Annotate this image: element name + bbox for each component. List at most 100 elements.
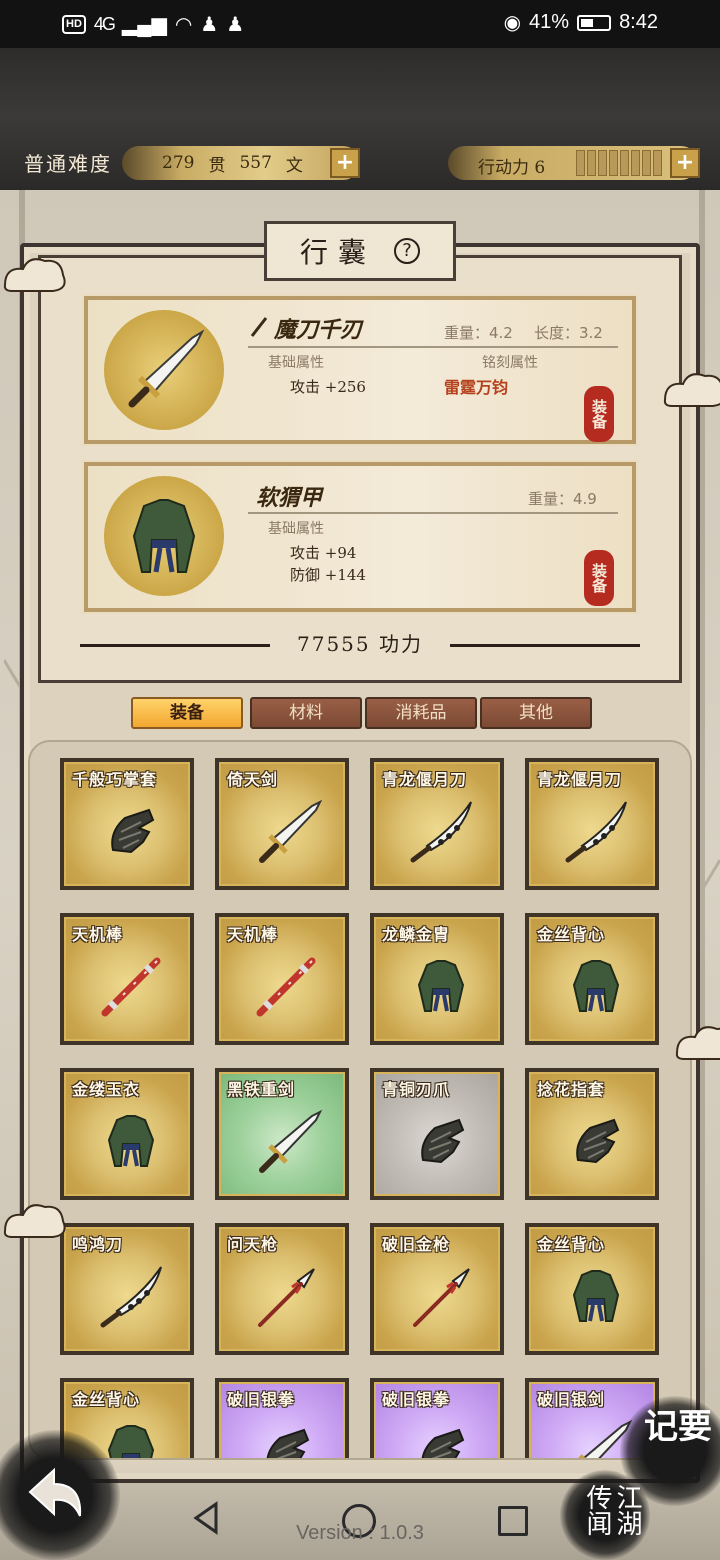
inventory-item[interactable]: 破旧银拳 <box>370 1378 504 1458</box>
add-money-button[interactable]: + <box>330 148 360 178</box>
inventory-item[interactable]: 龙鳞金胄 <box>370 913 504 1045</box>
inventory-item[interactable]: 黑铁重剑 <box>215 1068 349 1200</box>
armor-icon <box>572 1270 620 1322</box>
item-name: 鸣鸿刀 <box>72 1235 124 1254</box>
title-text: 行囊 <box>299 236 376 269</box>
item-name: 青龙偃月刀 <box>537 770 623 789</box>
inventory-item[interactable]: 破旧金枪 <box>370 1223 504 1355</box>
saber-icon <box>410 801 472 863</box>
armor-icon <box>417 960 465 1012</box>
inventory-item[interactable]: 金丝背心 <box>525 913 659 1045</box>
stat-defense: 防御 +144 <box>290 566 366 584</box>
gauntlet-icon <box>266 1428 310 1458</box>
action-points-bar <box>576 150 662 176</box>
help-icon[interactable]: ? <box>394 238 420 264</box>
battery-percent: 41% <box>529 11 570 33</box>
inventory-item[interactable]: 青铜刃爪 <box>370 1068 504 1200</box>
inventory-item[interactable]: 问天枪 <box>215 1223 349 1355</box>
inventory-item[interactable]: 金丝背心 <box>525 1223 659 1355</box>
saber-icon <box>565 801 627 863</box>
item-weight: 重量：4.2 <box>444 324 513 342</box>
inventory-item[interactable]: 破旧银拳 <box>215 1378 349 1458</box>
divider <box>248 512 618 514</box>
item-name: 龙鳞金胄 <box>382 925 451 944</box>
inventory-item[interactable]: 青龙偃月刀 <box>370 758 504 890</box>
inventory-item[interactable]: 天机棒 <box>215 913 349 1045</box>
wen-amount: 557 <box>239 153 272 173</box>
staff-icon <box>256 957 316 1017</box>
sword-icon <box>259 799 323 863</box>
item-name: 破旧银剑 <box>537 1390 606 1409</box>
inventory-grid[interactable]: 千般巧掌套 倚天剑 青龙偃月刀 青龙偃月刀 天机棒 天机棒 龙鳞金胄 金丝背心 金缕玉衣 黑铁重剑… <box>28 740 692 1460</box>
gauntlet-icon <box>421 1118 465 1164</box>
tab-equipment[interactable]: 装备 <box>131 697 243 729</box>
item-name: 软猬甲 <box>256 485 323 511</box>
item-icon-background <box>104 476 224 596</box>
sword-icon <box>128 329 205 408</box>
armor-icon <box>572 960 620 1012</box>
tab-consumables[interactable]: 消耗品 <box>365 697 477 729</box>
item-name: 千般巧掌套 <box>72 770 158 789</box>
eye-icon: ◉ <box>503 12 522 34</box>
wifi-icon: ◠ <box>174 14 193 36</box>
spear-icon <box>413 1268 470 1327</box>
cloud-decoration-icon <box>3 258 66 292</box>
item-weight: 重量：4.9 <box>528 490 597 508</box>
inventory-item[interactable]: 捻花指套 <box>525 1068 659 1200</box>
item-name: 黑铁重剑 <box>227 1080 296 1099</box>
qq-icon: ♟ <box>200 14 219 36</box>
inventory-item[interactable]: 金缕玉衣 <box>60 1068 194 1200</box>
item-name: 金丝背心 <box>537 1235 606 1254</box>
difficulty-label: 普通难度 <box>24 152 112 176</box>
item-name: 天机棒 <box>72 925 124 944</box>
plus-icon: + <box>335 150 355 175</box>
guan-amount: 279 <box>162 153 195 173</box>
clock: 8:42 <box>619 11 658 33</box>
network-icon: 4G <box>93 14 116 34</box>
divider <box>80 644 270 647</box>
gauntlet-icon <box>421 1428 465 1458</box>
item-length: 长度：3.2 <box>534 324 603 342</box>
base-stats-header: 基础属性 <box>268 355 324 371</box>
equipped-weapon-card[interactable]: 魔刀千刃 重量：4.2 长度：3.2 基础属性 铭刻属性 攻击 +256 雷霆万… <box>84 296 636 444</box>
item-name: 魔刀千刃 <box>274 317 363 343</box>
item-name: 天机棒 <box>227 925 279 944</box>
tab-materials[interactable]: 材料 <box>250 697 362 729</box>
power-value: 77555 功力 <box>297 632 423 656</box>
action-points-display: 行动力 6 <box>448 146 698 180</box>
equip-button[interactable]: 装备 <box>584 550 614 606</box>
inventory-item[interactable]: 青龙偃月刀 <box>525 758 659 890</box>
weapon-type-icon <box>250 317 268 337</box>
divider <box>450 644 640 647</box>
tab-other[interactable]: 其他 <box>480 697 592 729</box>
status-bar: HD 4G ▂▄▆ ◠ ♟ ♟ ◉ 41% 8:42 <box>0 0 720 48</box>
inventory-item[interactable]: 倚天剑 <box>215 758 349 890</box>
item-name: 倚天剑 <box>227 770 279 789</box>
spear-icon <box>258 1268 315 1327</box>
stat-attack: 攻击 +256 <box>290 378 366 396</box>
rumors-button[interactable]: 江湖传闻 <box>560 1470 650 1560</box>
gauntlet-icon <box>576 1118 620 1164</box>
wen-unit: 文 <box>285 155 303 176</box>
inventory-item[interactable]: 鸣鸿刀 <box>60 1223 194 1355</box>
add-action-button[interactable]: + <box>670 148 700 178</box>
item-name: 破旧银拳 <box>227 1390 296 1409</box>
inventory-item[interactable]: 天机棒 <box>60 913 194 1045</box>
cloud-decoration-icon <box>675 1026 720 1060</box>
staff-icon <box>101 957 161 1017</box>
resource-bar: 普通难度 279 贯 557 文 + 行动力 6 + <box>0 140 720 190</box>
stat-attack: 攻击 +94 <box>290 544 357 562</box>
signal-icon: ▂▄▆ <box>121 14 167 36</box>
item-icon-background <box>104 310 224 430</box>
hd-icon: HD <box>62 15 86 34</box>
equip-button[interactable]: 装备 <box>584 386 614 442</box>
item-name: 青龙偃月刀 <box>382 770 468 789</box>
guan-unit: 贯 <box>208 155 226 176</box>
item-name: 捻花指套 <box>537 1080 606 1099</box>
equipped-armor-card[interactable]: 软猬甲 重量：4.9 基础属性 攻击 +94 防御 +144 装备 <box>84 462 636 612</box>
power-display: 77555 功力 <box>80 628 640 664</box>
inventory-item[interactable]: 千般巧掌套 <box>60 758 194 890</box>
money-display: 279 贯 557 文 <box>122 146 360 180</box>
item-name: 破旧金枪 <box>382 1235 451 1254</box>
armor-icon <box>107 1115 155 1167</box>
